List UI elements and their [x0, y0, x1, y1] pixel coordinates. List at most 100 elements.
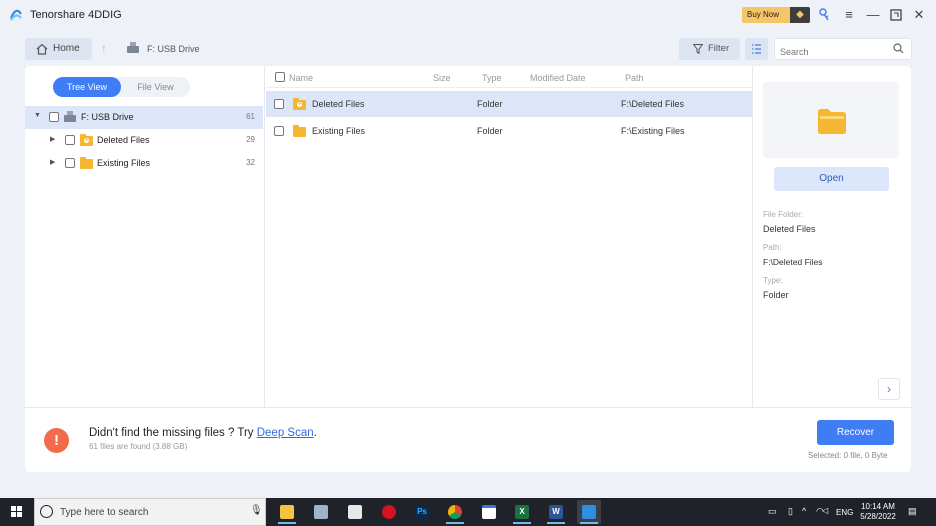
filter-icon [693, 44, 703, 54]
table-row[interactable]: ● Deleted Files Folder F:\Deleted Files [266, 91, 752, 117]
tree-item-label: Deleted Files [97, 135, 150, 145]
type-value: Folder [763, 290, 789, 300]
selected-summary: Selected: 0 file, 0 Byte [808, 451, 888, 460]
home-label: Home [53, 43, 80, 54]
tree-item-usb-drive[interactable]: ▼ F: USB Drive 61 [25, 106, 263, 129]
recycle-app[interactable] [309, 500, 333, 524]
usb-drive-icon [63, 111, 77, 125]
tree-item-label: F: USB Drive [81, 112, 134, 122]
tree-checkbox[interactable] [49, 112, 59, 122]
clock[interactable]: 10:14 AM 5/28/2022 [858, 502, 898, 522]
tab-tree-view[interactable]: Tree View [53, 77, 121, 97]
people-icon[interactable]: ▭ [768, 506, 777, 517]
language-indicator[interactable]: ENG [836, 508, 853, 517]
column-name[interactable]: Name [289, 73, 313, 83]
bottom-bar [25, 407, 911, 472]
window-app[interactable] [477, 500, 501, 524]
deep-scan-link[interactable]: Deep Scan [257, 427, 314, 439]
photoshop-app[interactable]: Ps [410, 500, 434, 524]
deleted-folder-icon: ● [80, 134, 93, 146]
maximize-icon[interactable] [888, 7, 904, 23]
tree-item-deleted-files[interactable]: ▶ ● Deleted Files 29 [25, 129, 263, 152]
list-view-button[interactable] [745, 38, 768, 60]
volume-icon[interactable]: ◁ [822, 506, 828, 515]
diamond-icon: ◆ [790, 7, 810, 23]
home-icon [36, 43, 48, 55]
breadcrumb[interactable]: F: USB Drive [147, 44, 200, 54]
row-checkbox[interactable] [274, 99, 284, 109]
tab-file-view[interactable]: File View [121, 77, 190, 97]
tree-checkbox[interactable] [65, 135, 75, 145]
deleted-folder-icon: ● [293, 98, 306, 110]
table-row[interactable]: Existing Files Folder F:\Existing Files [266, 118, 752, 144]
chevron-right-icon[interactable]: › [878, 378, 900, 400]
close-icon[interactable]: ✕ [911, 7, 927, 23]
tree-item-label: Existing Files [97, 158, 151, 168]
microphone-icon[interactable]: 🎙 [250, 505, 263, 516]
battery-icon[interactable]: ▯ [788, 506, 793, 517]
warning-icon: ! [44, 428, 69, 453]
app-title: Tenorshare 4DDIG [30, 9, 122, 21]
row-checkbox[interactable] [274, 126, 284, 136]
select-all-checkbox[interactable] [275, 72, 285, 82]
taskbar-search-placeholder: Type here to search [60, 507, 149, 518]
filter-button[interactable]: Filter [679, 38, 740, 60]
buy-now-button[interactable]: Buy Now ◆ [742, 7, 810, 23]
row-name: Deleted Files [312, 99, 365, 109]
up-arrow-icon[interactable]: ↑ [101, 41, 107, 55]
caret-right-icon[interactable]: ▶ [50, 158, 55, 166]
row-type: Folder [477, 126, 503, 136]
column-type[interactable]: Type [482, 73, 502, 83]
app-logo-icon [9, 8, 23, 22]
file-list-header: Name Size Type Modified Date Path [266, 68, 752, 88]
path-value: F:\Deleted Files [763, 257, 823, 267]
column-size[interactable]: Size [433, 73, 451, 83]
row-path: F:\Existing Files [621, 126, 685, 136]
column-modified[interactable]: Modified Date [530, 73, 586, 83]
word-app[interactable]: W [544, 500, 568, 524]
deep-scan-hint: Didn't find the missing files ? Try Deep… [89, 427, 317, 439]
paint-app[interactable] [343, 500, 367, 524]
hint-suffix: . [313, 427, 317, 439]
notifications-icon[interactable]: ▤ [908, 506, 917, 517]
home-button[interactable]: Home [25, 38, 92, 60]
search-input[interactable] [774, 38, 912, 60]
files-found-text: 61 files are found (3.88 GB) [89, 442, 188, 451]
open-button[interactable]: Open [774, 167, 889, 191]
4ddig-app[interactable] [577, 500, 601, 524]
search-icon[interactable] [893, 43, 904, 56]
chrome-app[interactable] [443, 500, 467, 524]
tree-item-count: 32 [246, 158, 255, 167]
file-folder-label: File Folder: [763, 210, 804, 219]
path-label: Path: [763, 243, 782, 252]
chevron-up-icon[interactable]: ^ [802, 506, 806, 516]
excel-app[interactable]: X [510, 500, 534, 524]
buy-now-label: Buy Now [747, 10, 780, 19]
filter-label: Filter [708, 43, 730, 54]
key-icon[interactable] [817, 7, 833, 23]
list-icon [752, 44, 761, 54]
folder-preview-icon [818, 108, 846, 134]
hint-prefix: Didn't find the missing files ? Try [89, 427, 257, 439]
windows-start-icon[interactable] [0, 498, 34, 526]
type-label: Type: [763, 276, 783, 285]
date-text: 5/28/2022 [860, 512, 896, 521]
row-type: Folder [477, 99, 503, 109]
file-folder-value: Deleted Files [763, 224, 816, 234]
opera-app[interactable] [377, 500, 401, 524]
tree-item-count: 29 [246, 135, 255, 144]
caret-right-icon[interactable]: ▶ [50, 135, 55, 143]
column-path[interactable]: Path [625, 73, 644, 83]
cortana-icon [40, 505, 53, 518]
tree-item-existing-files[interactable]: ▶ Existing Files 32 [25, 152, 263, 175]
file-explorer-app[interactable] [275, 500, 299, 524]
minimize-icon[interactable]: — [865, 7, 881, 23]
recover-button[interactable]: Recover [817, 420, 894, 445]
tree-item-count: 61 [246, 112, 255, 121]
folder-icon [80, 157, 93, 169]
tree-checkbox[interactable] [65, 158, 75, 168]
folder-icon [293, 125, 306, 137]
caret-down-icon[interactable]: ▼ [34, 112, 41, 119]
row-path: F:\Deleted Files [621, 99, 685, 109]
menu-icon[interactable]: ≡ [841, 7, 857, 23]
